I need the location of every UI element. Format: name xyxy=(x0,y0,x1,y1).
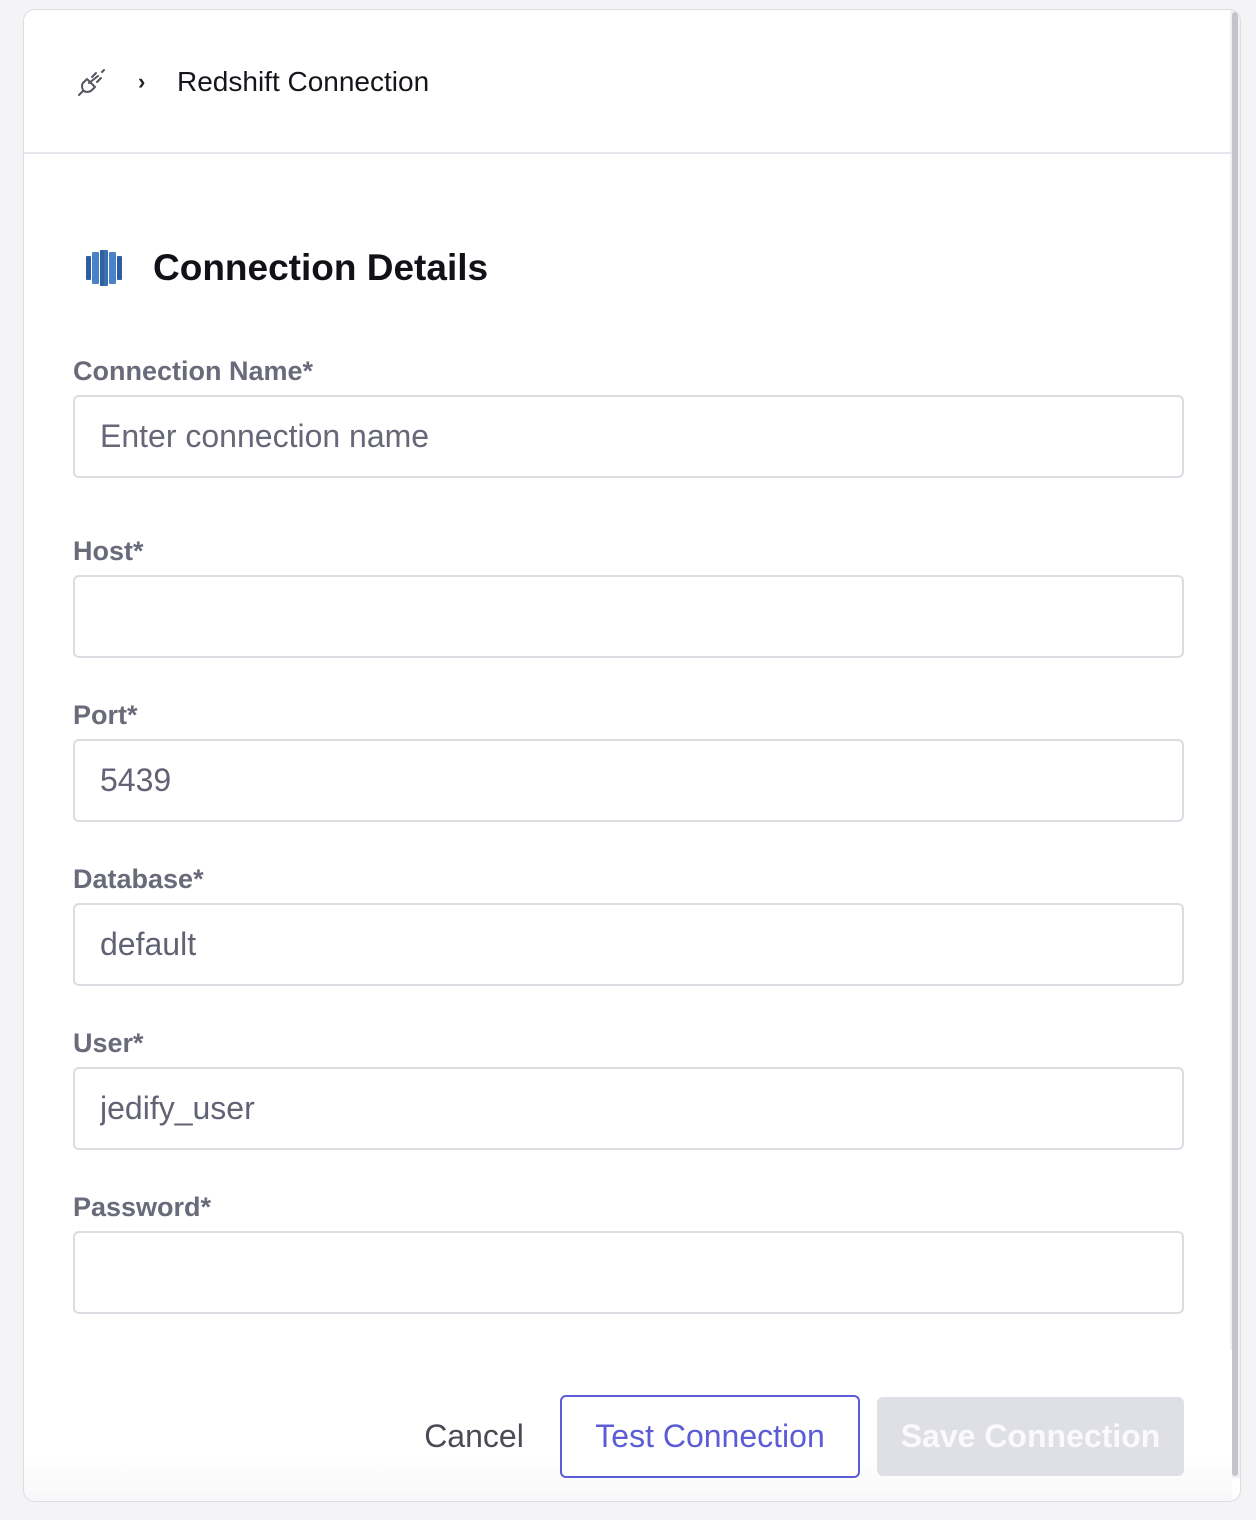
breadcrumb-separator: › xyxy=(138,69,146,94)
save-connection-button[interactable]: Save Connection xyxy=(877,1397,1184,1476)
connection-name-input[interactable] xyxy=(73,395,1184,478)
plug-icon[interactable] xyxy=(76,66,108,98)
cancel-button[interactable]: Cancel xyxy=(394,1394,554,1478)
page-title: Redshift Connection xyxy=(177,66,430,97)
host-input[interactable] xyxy=(73,575,1184,658)
scrollbar-thumb[interactable] xyxy=(1232,12,1238,1476)
breadcrumb: › Redshift Connection xyxy=(24,10,1232,154)
host-label: Host* xyxy=(73,536,144,566)
section-title: Connection Details xyxy=(153,247,489,288)
password-label: Password* xyxy=(73,1192,212,1222)
database-input[interactable] xyxy=(73,903,1184,986)
user-input[interactable] xyxy=(73,1067,1184,1150)
scrollbar[interactable] xyxy=(1230,10,1240,1478)
password-input[interactable] xyxy=(73,1231,1184,1314)
test-connection-button[interactable]: Test Connection xyxy=(560,1395,860,1478)
connection-panel: › Redshift Connection Connection Details… xyxy=(23,9,1241,1502)
database-label: Database* xyxy=(73,864,204,894)
connection-name-label: Connection Name* xyxy=(73,356,314,386)
port-input[interactable] xyxy=(73,739,1184,822)
port-label: Port* xyxy=(73,700,138,730)
redshift-logo-icon xyxy=(84,248,124,288)
user-label: User* xyxy=(73,1028,144,1058)
